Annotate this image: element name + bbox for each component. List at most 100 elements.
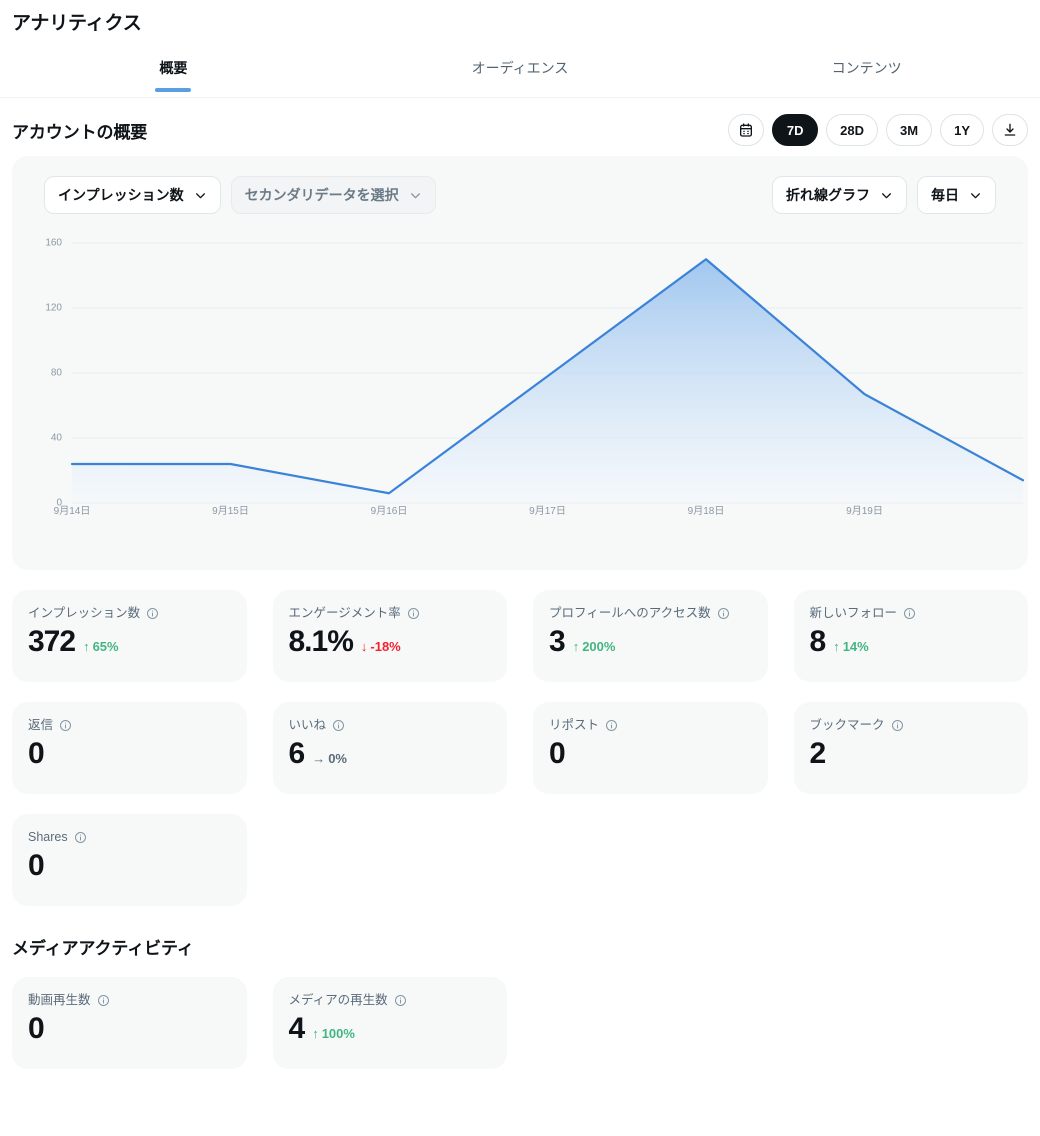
metric-card[interactable]: いいね 6 → 0% — [272, 702, 507, 794]
range-button-28d[interactable]: 28D — [826, 114, 879, 146]
metric-label: 動画再生数 — [28, 991, 231, 1009]
download-button[interactable] — [992, 114, 1028, 146]
granularity-label: 毎日 — [931, 187, 959, 203]
tab-content[interactable]: コンテンツ — [693, 46, 1040, 97]
metric-delta: ↑ 200% — [573, 639, 616, 654]
trend-arrow-icon: ↑ — [572, 639, 580, 654]
info-icon[interactable] — [332, 719, 345, 732]
metric-label-text: 新しいフォロー — [809, 606, 898, 620]
metric-value: 2 — [809, 737, 827, 770]
x-axis-tick-label: 9月16日 — [370, 506, 408, 517]
metric-value-row: 0 — [28, 848, 231, 884]
info-icon[interactable] — [74, 831, 87, 844]
metric-value-row: 8.1% ↓ -18% — [289, 624, 492, 660]
metric-label-text: 動画再生数 — [28, 993, 91, 1007]
metric-card[interactable]: 返信 0 — [12, 702, 247, 794]
metric-label-text: 返信 — [28, 718, 54, 732]
info-icon[interactable] — [59, 719, 72, 732]
info-icon[interactable] — [146, 607, 159, 620]
info-icon[interactable] — [717, 607, 730, 620]
chart-controls: インプレッション数 セカンダリデータを選択 折れ線グラフ 毎日 — [28, 176, 1012, 214]
info-icon[interactable] — [891, 719, 904, 732]
trend-arrow-icon: ↑ — [83, 639, 90, 654]
metric-card[interactable]: 新しいフォロー 8 ↑ 14% — [793, 590, 1028, 682]
secondary-metric-dropdown[interactable]: セカンダリデータを選択 — [230, 176, 436, 214]
trend-arrow-icon: ↑ — [833, 639, 840, 654]
metrics-grid-row-2: 返信 0 いいね 6 → 0% リポスト 0 ブックマーク 2 — [0, 682, 1040, 794]
metrics-grid-row-1: インプレッション数 372 ↑ 65% エンゲージメント率 8.1% ↓ -18% プロフィール… — [0, 570, 1040, 682]
y-axis-tick-label: 120 — [45, 302, 62, 314]
metric-label-text: メディアの再生数 — [288, 993, 388, 1007]
metric-label: インプレッション数 — [28, 604, 231, 622]
info-icon[interactable] — [903, 607, 916, 620]
tab-content-label: コンテンツ — [831, 60, 902, 76]
metrics-grid-row-3: Shares 0 — [0, 794, 1040, 906]
y-axis-tick-label: 160 — [45, 237, 62, 249]
metric-card[interactable]: プロフィールへのアクセス数 3 ↑ 200% — [533, 590, 768, 682]
metric-delta: ↑ 100% — [312, 1026, 355, 1041]
metric-label: 返信 — [28, 716, 231, 734]
tab-bar: 概要 オーディエンス コンテンツ — [0, 46, 1040, 98]
metric-value: 0 — [28, 1012, 45, 1045]
metric-label-text: リポスト — [549, 718, 600, 732]
granularity-dropdown[interactable]: 毎日 — [917, 176, 996, 214]
info-icon[interactable] — [407, 607, 420, 620]
metric-delta-text: 100% — [321, 1026, 355, 1041]
metric-delta: → 0% — [312, 751, 347, 766]
metric-card[interactable]: インプレッション数 372 ↑ 65% — [12, 590, 247, 682]
metric-label-text: いいね — [288, 718, 327, 732]
trend-arrow-icon: → — [312, 751, 326, 766]
trend-arrow-icon: ↑ — [312, 1026, 319, 1041]
metric-value: 0 — [28, 849, 45, 882]
metric-delta-text: 0% — [328, 751, 347, 766]
metric-label: エンゲージメント率 — [289, 604, 492, 622]
media-metrics-grid: 動画再生数 0 メディアの再生数 4 ↑ 100% — [0, 959, 1040, 1069]
metric-label: Shares — [28, 828, 231, 846]
range-button-1y[interactable]: 1Y — [940, 114, 984, 146]
calendar-icon — [738, 122, 754, 138]
chart-type-dropdown[interactable]: 折れ線グラフ — [772, 176, 907, 214]
metric-value-row: 6 → 0% — [289, 736, 492, 772]
metric-card[interactable]: リポスト 0 — [533, 702, 768, 794]
metric-label: プロフィールへのアクセス数 — [549, 604, 752, 622]
download-icon — [1002, 122, 1018, 138]
metric-label: メディアの再生数 — [289, 991, 492, 1009]
y-axis-tick-label: 40 — [50, 432, 62, 444]
info-icon[interactable] — [605, 719, 618, 732]
range-button-7d[interactable]: 7D — [772, 114, 819, 146]
account-overview-header: アカウントの概要 7D 28D 3M 1Y — [0, 98, 1040, 156]
info-icon[interactable] — [394, 994, 407, 1007]
section-title-account-overview: アカウントの概要 — [12, 122, 148, 142]
tab-overview[interactable]: 概要 — [0, 46, 347, 97]
metric-value-row: 0 — [28, 736, 231, 772]
chart-plot-area — [70, 242, 1025, 504]
section-title-media-activity: メディアアクティビティ — [12, 939, 194, 958]
primary-metric-dropdown[interactable]: インプレッション数 — [44, 176, 221, 214]
x-axis-tick-label: 9月17日 — [529, 506, 566, 517]
x-axis-tick-label: 9月15日 — [212, 506, 249, 517]
metric-delta: ↑ 14% — [833, 639, 869, 654]
metric-card[interactable]: ブックマーク 2 — [793, 702, 1028, 794]
calendar-button[interactable] — [728, 114, 765, 146]
metric-value-row: 0 — [549, 736, 752, 772]
metric-label-text: インプレッション数 — [28, 606, 141, 620]
media-metric-card[interactable]: 動画再生数 0 — [12, 977, 247, 1069]
metric-delta: ↑ 65% — [83, 639, 119, 654]
chevron-down-icon — [409, 189, 422, 202]
page-title: アナリティクス — [12, 13, 142, 34]
trend-arrow-icon: ↓ — [360, 639, 368, 654]
media-metric-card[interactable]: メディアの再生数 4 ↑ 100% — [272, 977, 507, 1069]
metric-value: 0 — [549, 737, 566, 770]
metric-card[interactable]: Shares 0 — [12, 814, 247, 906]
date-range-button-group: 7D 28D 3M 1Y — [728, 114, 1028, 146]
tab-audience[interactable]: オーディエンス — [347, 46, 694, 97]
metric-value-row: 372 ↑ 65% — [28, 624, 231, 660]
primary-metric-label: インプレッション数 — [58, 187, 184, 203]
metric-delta-text: 65% — [92, 639, 119, 654]
metric-label-text: エンゲージメント率 — [288, 606, 401, 620]
metric-value-row: 4 ↑ 100% — [289, 1011, 492, 1047]
metric-card[interactable]: エンゲージメント率 8.1% ↓ -18% — [272, 590, 507, 682]
info-icon[interactable] — [97, 994, 110, 1007]
range-button-3m[interactable]: 3M — [886, 114, 933, 146]
x-axis-tick-label: 9月19日 — [846, 506, 883, 517]
